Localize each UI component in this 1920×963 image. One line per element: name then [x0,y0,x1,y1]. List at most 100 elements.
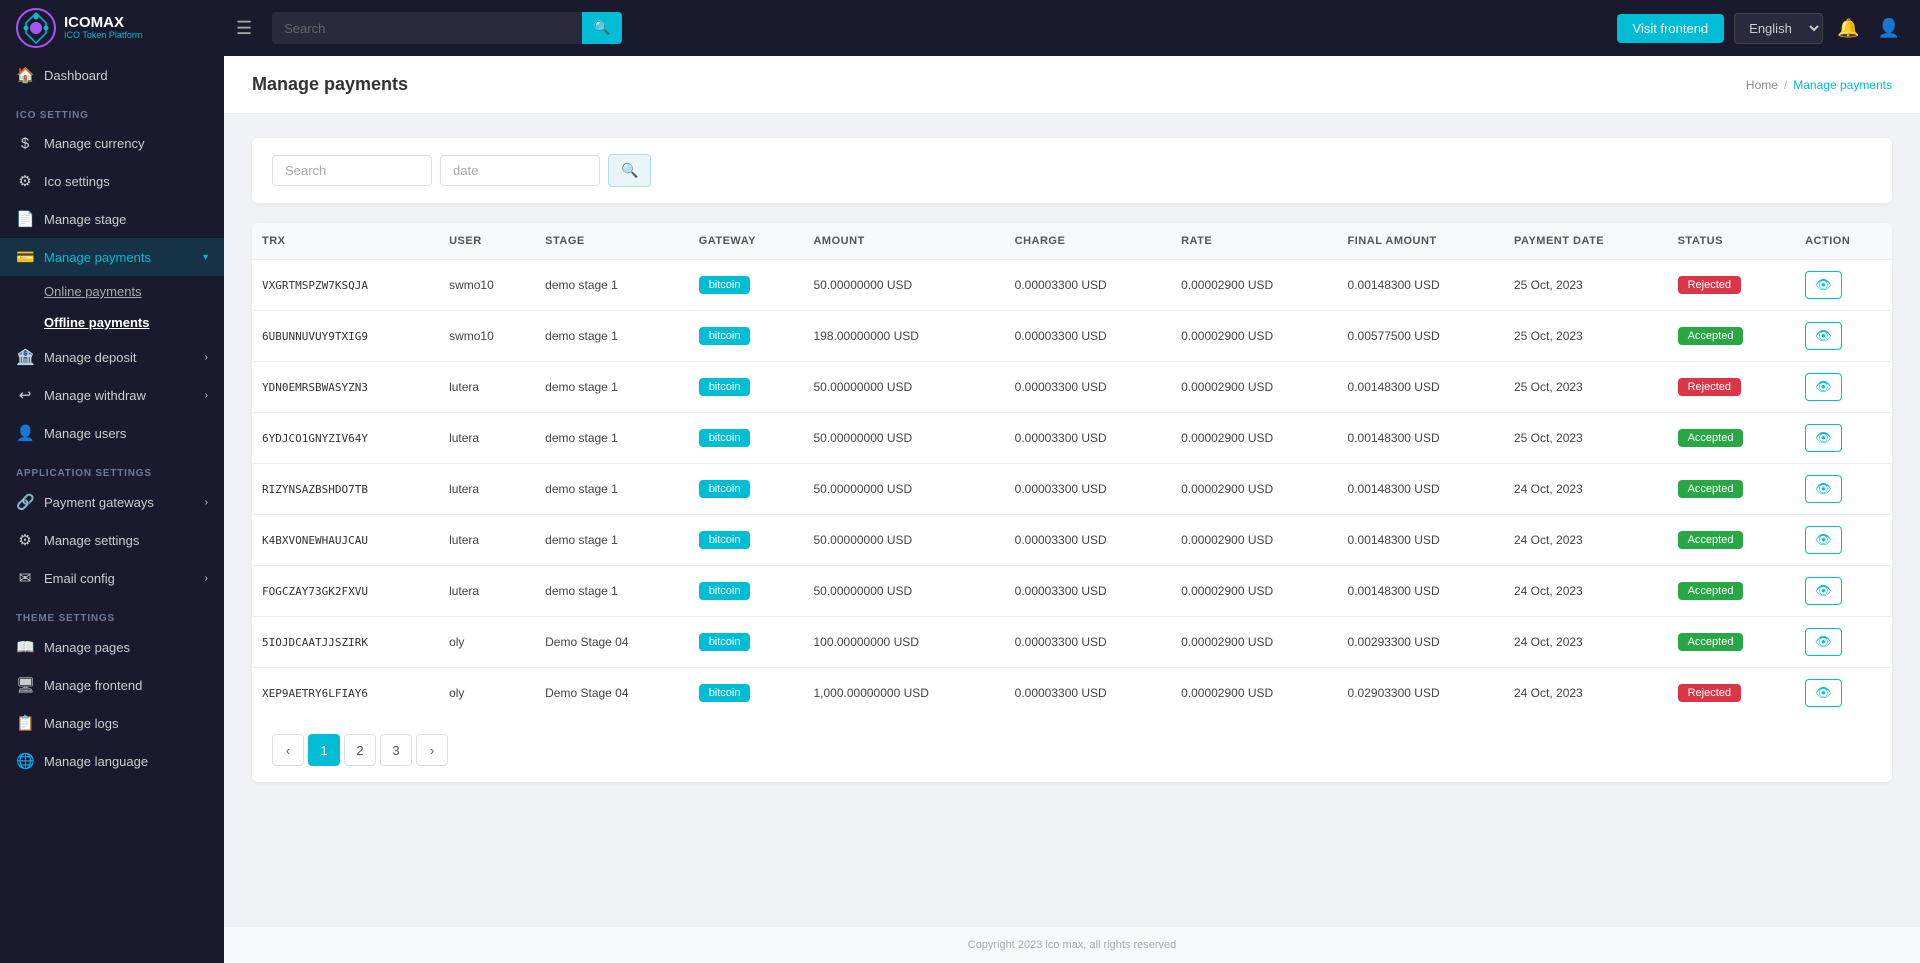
cell-action: 👁 [1795,260,1892,311]
cell-amount: 1,000.00000000 USD [803,668,1004,719]
sidebar-item-payment-gateways[interactable]: 🔗 Payment gateways › [0,483,224,521]
sidebar-ico-settings-label: Ico settings [44,174,110,189]
cell-stage: demo stage 1 [535,413,689,464]
ico-section-label: ICO SETTING [0,94,224,125]
withdraw-icon: ↩ [16,386,34,404]
cell-rate: 0.00002900 USD [1171,617,1337,668]
status-badge: Accepted [1678,327,1744,345]
pagination-next-button[interactable]: › [416,734,448,766]
stage-icon: 📄 [16,210,34,228]
gateway-icon: 🔗 [16,493,34,511]
cell-user: oly [439,668,535,719]
view-action-button[interactable]: 👁 [1805,373,1842,401]
view-action-button[interactable]: 👁 [1805,322,1842,350]
view-action-button[interactable]: 👁 [1805,271,1842,299]
chevron-right-icon: › [205,352,208,363]
topnav-search-button[interactable]: 🔍 [582,12,623,44]
logs-icon: 📋 [16,714,34,732]
chevron-right-icon-3: › [205,497,208,508]
cell-action: 👁 [1795,515,1892,566]
content-area: 🔍 TRX USER STAGE GATEWAY AMOUNT CHARGE R… [224,114,1920,926]
hamburger-button[interactable]: ☰ [228,14,260,43]
col-amount: AMOUNT [803,223,1004,260]
cell-date: 24 Oct, 2023 [1504,515,1668,566]
sidebar-item-dashboard[interactable]: 🏠 Dashboard [0,56,224,94]
sidebar-item-manage-withdraw[interactable]: ↩ Manage withdraw › [0,376,224,414]
sidebar-item-manage-settings[interactable]: ⚙ Manage settings [0,521,224,559]
visit-frontend-button[interactable]: Visit frontend [1617,14,1725,43]
notifications-bell-icon[interactable]: 🔔 [1833,14,1863,43]
filter-date-input[interactable] [440,155,600,186]
cell-charge: 0.00003300 USD [1005,515,1171,566]
sidebar-item-manage-deposit[interactable]: 🏦 Manage deposit › [0,338,224,376]
sidebar-manage-users-label: Manage users [44,426,126,441]
table-row: RIZYNSAZBSHDO7TB lutera demo stage 1 bit… [252,464,1892,515]
user-avatar-icon[interactable]: 👤 [1874,14,1904,43]
cell-stage: Demo Stage 04 [535,617,689,668]
table-header-row: TRX USER STAGE GATEWAY AMOUNT CHARGE RAT… [252,223,1892,260]
cell-action: 👁 [1795,668,1892,719]
filter-search-input[interactable] [272,155,432,186]
sidebar-item-manage-currency[interactable]: $ Manage currency [0,125,224,162]
sidebar-item-manage-pages[interactable]: 📖 Manage pages [0,628,224,666]
logo[interactable]: ICOMAX ICO Token Platform [16,8,216,48]
sidebar: 🏠 Dashboard ICO SETTING $ Manage currenc… [0,56,224,963]
table-row: YDN0EMRSBWASYZN3 lutera demo stage 1 bit… [252,362,1892,413]
cell-gateway: bitcoin [689,413,804,464]
cell-rate: 0.00002900 USD [1171,668,1337,719]
breadcrumb-home-link[interactable]: Home [1746,78,1778,92]
sidebar-manage-pages-label: Manage pages [44,640,130,655]
cell-rate: 0.00002900 USD [1171,464,1337,515]
sidebar-item-email-config[interactable]: ✉ Email config › [0,559,224,597]
sidebar-manage-settings-label: Manage settings [44,533,139,548]
deposit-icon: 🏦 [16,348,34,366]
sidebar-item-ico-settings[interactable]: ⚙ Ico settings [0,162,224,200]
sidebar-item-manage-frontend[interactable]: 🖥 Manage frontend [0,666,224,704]
cell-stage: Demo Stage 04 [535,668,689,719]
cell-action: 👁 [1795,413,1892,464]
pagination-page-1-button[interactable]: 1 [308,734,340,766]
col-gateway: GATEWAY [689,223,804,260]
sidebar-sub-online-payments[interactable]: Online payments [44,276,224,307]
view-action-button[interactable]: 👁 [1805,475,1842,503]
view-action-button[interactable]: 👁 [1805,526,1842,554]
cell-final: 0.00148300 USD [1338,413,1504,464]
cell-stage: demo stage 1 [535,464,689,515]
sidebar-item-manage-stage[interactable]: 📄 Manage stage [0,200,224,238]
view-action-button[interactable]: 👁 [1805,628,1842,656]
pagination-prev-button[interactable]: ‹ [272,734,304,766]
page-header: Manage payments Home / Manage payments [224,56,1920,114]
topnav-search-input[interactable] [272,13,581,44]
cell-amount: 198.00000000 USD [803,311,1004,362]
pagination-page-2-button[interactable]: 2 [344,734,376,766]
cell-user: lutera [439,413,535,464]
view-action-button[interactable]: 👁 [1805,577,1842,605]
pagination-page-3-button[interactable]: 3 [380,734,412,766]
status-badge: Rejected [1678,276,1741,294]
payments-submenu: Online payments Offline payments [0,276,224,338]
cell-final: 0.00293300 USD [1338,617,1504,668]
breadcrumb-separator: / [1784,78,1787,92]
cell-stage: demo stage 1 [535,362,689,413]
gateway-badge: bitcoin [699,327,751,345]
sidebar-sub-offline-payments[interactable]: Offline payments [44,307,224,338]
view-action-button[interactable]: 👁 [1805,679,1842,707]
sidebar-item-manage-logs[interactable]: 📋 Manage logs [0,704,224,742]
view-action-button[interactable]: 👁 [1805,424,1842,452]
filter-search-button[interactable]: 🔍 [608,154,651,187]
gateway-badge: bitcoin [699,633,751,651]
sidebar-item-manage-users[interactable]: 👤 Manage users [0,414,224,452]
cell-charge: 0.00003300 USD [1005,413,1171,464]
cell-gateway: bitcoin [689,515,804,566]
sidebar-dashboard-label: Dashboard [44,68,108,83]
status-badge: Rejected [1678,378,1741,396]
language-selector[interactable]: English French Spanish [1734,13,1823,44]
cell-date: 24 Oct, 2023 [1504,566,1668,617]
sidebar-item-manage-payments[interactable]: 💳 Manage payments ▾ [0,238,224,276]
cell-charge: 0.00003300 USD [1005,311,1171,362]
cell-gateway: bitcoin [689,617,804,668]
cell-user: lutera [439,362,535,413]
sidebar-item-manage-language[interactable]: 🌐 Manage language [0,742,224,780]
cell-rate: 0.00002900 USD [1171,566,1337,617]
cell-gateway: bitcoin [689,668,804,719]
